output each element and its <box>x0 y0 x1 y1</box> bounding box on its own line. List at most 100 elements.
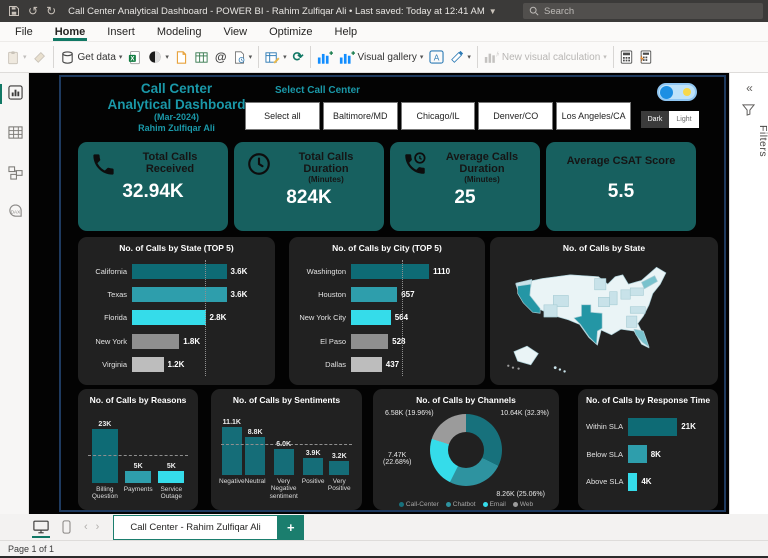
channels-donut[interactable] <box>430 414 502 486</box>
bar[interactable] <box>351 287 397 302</box>
bar[interactable] <box>132 334 179 349</box>
next-page-icon[interactable]: › <box>96 521 100 533</box>
page-tab[interactable]: Call Center - Rahim Zulfiqar Ali <box>113 515 277 540</box>
shapes-icon[interactable]: ▾ <box>450 50 471 64</box>
filters-panel-label[interactable]: Filters <box>730 125 768 157</box>
model-view-icon[interactable] <box>6 163 24 181</box>
bar[interactable] <box>628 473 637 491</box>
format-painter-icon[interactable] <box>33 50 47 64</box>
chart-card-sentiments: No. of Calls by Sentiments 11.1KNegative… <box>211 389 362 510</box>
bar-row: Above SLA4K <box>586 473 710 491</box>
bar[interactable] <box>132 264 227 279</box>
bar[interactable] <box>222 427 242 475</box>
city-bar-chart[interactable]: Washington1110Houston657New York City564… <box>297 256 477 380</box>
transform-data-icon[interactable]: ▾ <box>265 50 287 65</box>
redo-icon[interactable]: ↻ <box>46 5 56 17</box>
report-icon[interactable]: ▾ <box>233 50 253 65</box>
state-shape[interactable] <box>595 279 606 290</box>
channels-donut-chart[interactable]: 6.58K (19.96%) 10.64K (32.3%) 7.47K (22.… <box>381 408 551 492</box>
dax-query-view-icon[interactable]: DAX <box>6 201 24 219</box>
slicer-select-all[interactable]: Select all <box>245 102 320 130</box>
state-shape[interactable] <box>610 292 618 305</box>
state-shape[interactable] <box>627 316 637 327</box>
slicer-baltimore[interactable]: Baltimore/MD <box>323 102 398 130</box>
bar[interactable] <box>351 310 391 325</box>
calculator-icon[interactable] <box>620 50 633 64</box>
bar[interactable] <box>351 334 388 349</box>
slicer-chicago[interactable]: Chicago/IL <box>401 102 476 130</box>
bar[interactable] <box>158 471 184 483</box>
kpi-average-calls-duration[interactable]: Average Calls Duration (Minutes) 25 <box>390 142 540 231</box>
desktop-view-icon[interactable] <box>30 516 52 538</box>
slicer-los-angeles[interactable]: Los Angeles/CA <box>556 102 631 130</box>
bar[interactable] <box>329 461 349 475</box>
save-icon[interactable] <box>8 5 20 17</box>
table-view-icon[interactable] <box>6 123 24 141</box>
recent-sources-icon[interactable]: @ <box>215 50 227 64</box>
sql-server-icon[interactable] <box>175 50 188 65</box>
state-shape[interactable] <box>598 297 609 306</box>
dataverse-icon[interactable] <box>194 50 209 65</box>
kpi-total-calls-duration[interactable]: Total Calls Duration (Minutes) 824K <box>234 142 384 231</box>
bar[interactable] <box>628 418 677 436</box>
bar[interactable] <box>274 449 294 475</box>
reasons-column-chart[interactable]: 23KBilling Question5KPayments5KService O… <box>86 408 190 504</box>
state-shape[interactable] <box>621 290 630 299</box>
excel-workbook-icon[interactable]: X <box>128 50 142 65</box>
menu-modeling[interactable]: Modeling <box>146 22 213 41</box>
bar[interactable] <box>351 264 429 279</box>
undo-icon[interactable]: ↺ <box>28 5 38 17</box>
menu-insert[interactable]: Insert <box>96 22 146 41</box>
onelake-icon[interactable]: ▾ <box>148 50 169 64</box>
get-data-button[interactable]: Get data ▾ <box>60 50 123 65</box>
slicer-denver[interactable]: Denver/CO <box>478 102 553 130</box>
new-visual-calculation-button[interactable]: fx New visual calculation ▾ <box>484 50 607 64</box>
bar[interactable] <box>303 458 323 475</box>
us-choropleth-map[interactable] <box>498 256 710 378</box>
text-box-icon[interactable]: A <box>429 50 444 64</box>
bar[interactable] <box>628 445 647 463</box>
paste-button[interactable]: ▾ <box>6 50 27 65</box>
new-visual-icon[interactable] <box>317 50 333 65</box>
dark-theme-button[interactable]: Dark <box>641 111 669 128</box>
bar[interactable] <box>245 437 265 475</box>
state-shape[interactable] <box>544 305 557 317</box>
state-shape[interactable] <box>630 288 643 296</box>
expand-panel-icon[interactable]: « <box>730 81 768 95</box>
response-time-bar-chart[interactable]: Within SLA21KBelow SLA8KAbove SLA4K <box>586 408 710 500</box>
quick-measure-icon[interactable] <box>639 50 652 64</box>
menu-help[interactable]: Help <box>324 22 369 41</box>
kpi-total-calls-received[interactable]: Total Calls Received 32.94K <box>78 142 228 231</box>
legend-item[interactable]: Web <box>513 501 533 508</box>
light-theme-button[interactable]: Light <box>669 111 699 128</box>
sentiments-column-chart[interactable]: 11.1KNegative8.8KNeutral6.0KVery Negativ… <box>219 408 354 504</box>
search-input[interactable] <box>544 6 757 17</box>
menu-home[interactable]: Home <box>44 22 97 41</box>
average-line <box>402 260 403 376</box>
refresh-icon[interactable]: ⟳ <box>293 49 304 65</box>
report-view-icon[interactable] <box>6 83 24 101</box>
bar[interactable] <box>132 357 164 372</box>
kpi-average-csat-score[interactable]: Average CSAT Score 5.5 <box>546 142 696 231</box>
legend-item[interactable]: Call-Center <box>399 501 439 508</box>
legend-item[interactable]: Chatbot <box>446 501 476 508</box>
title-dropdown-caret[interactable]: ▼ <box>489 7 497 16</box>
state-shape[interactable] <box>630 307 645 314</box>
mobile-view-icon[interactable] <box>56 516 76 538</box>
bar[interactable] <box>132 287 227 302</box>
legend-item[interactable]: Email <box>483 501 506 508</box>
menu-file[interactable]: File <box>4 22 44 41</box>
bar[interactable] <box>125 471 151 483</box>
menu-view[interactable]: View <box>212 22 258 41</box>
prev-page-icon[interactable]: ‹ <box>84 521 88 533</box>
visual-gallery-button[interactable]: Visual gallery ▾ <box>339 50 424 65</box>
search-box[interactable] <box>523 3 763 19</box>
bar[interactable] <box>132 310 206 325</box>
column: 11.1KNegative <box>219 419 245 504</box>
day-night-toggle[interactable] <box>657 83 697 101</box>
state-bar-chart[interactable]: California3.6KTexas3.6KFlorida2.8KNew Yo… <box>86 256 267 380</box>
bar[interactable] <box>351 357 382 372</box>
slicer-label: Select Call Center <box>275 85 360 96</box>
add-page-button[interactable]: + <box>278 515 304 540</box>
menu-optimize[interactable]: Optimize <box>258 22 323 41</box>
